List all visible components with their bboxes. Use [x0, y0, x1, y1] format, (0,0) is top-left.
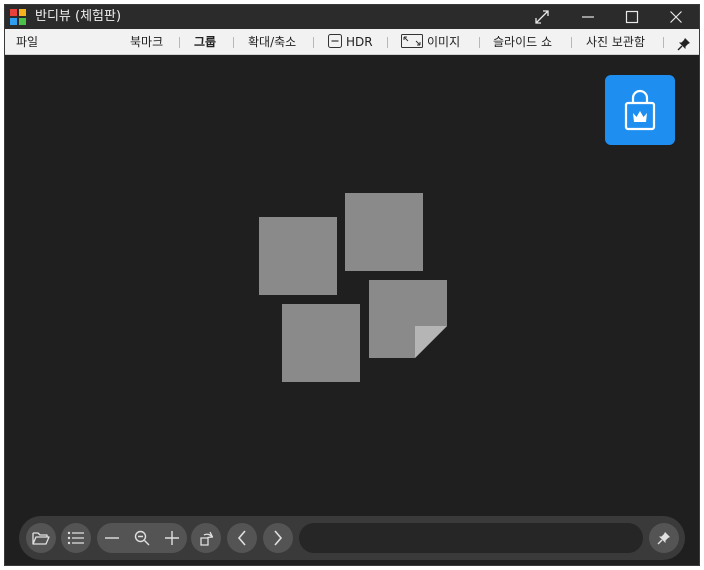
expand-icon	[535, 10, 549, 24]
menu-pin-button[interactable]	[677, 34, 691, 51]
menu-separator	[179, 37, 180, 48]
menu-file[interactable]: 파일	[16, 29, 38, 55]
pin-icon	[657, 532, 670, 545]
minimize-icon	[582, 16, 594, 18]
menu-slideshow[interactable]: 슬라이드 쇼	[493, 29, 552, 55]
menu-group[interactable]: 그룹	[194, 29, 216, 55]
close-button[interactable]	[653, 5, 699, 29]
app-window: 반디뷰 (체험판) 파일 북마크 그룹 확대/축소 HDR 이미지 슬라이드 쇼…	[4, 4, 700, 566]
image-resize-icon	[401, 34, 423, 48]
pin-button[interactable]	[649, 523, 679, 553]
menu-bookmark[interactable]: 북마크	[130, 29, 163, 55]
menu-bar: 파일 북마크 그룹 확대/축소 HDR 이미지 슬라이드 쇼 사진 보관함	[5, 29, 699, 55]
previous-icon	[237, 530, 246, 546]
menu-separator	[233, 37, 234, 48]
menu-photo-storage[interactable]: 사진 보관함	[586, 29, 645, 55]
previous-button[interactable]	[227, 523, 257, 553]
menu-separator	[479, 37, 480, 48]
window-title: 반디뷰 (체험판)	[35, 9, 122, 24]
path-input[interactable]	[299, 523, 643, 553]
list-button[interactable]	[61, 523, 91, 553]
shopping-bag-crown-icon	[624, 89, 656, 131]
menu-zoom[interactable]: 확대/축소	[248, 29, 296, 55]
next-icon	[274, 530, 283, 546]
menu-separator	[571, 37, 572, 48]
zoom-fit-icon	[134, 530, 150, 546]
maximize-button[interactable]	[609, 5, 655, 29]
zoom-in-icon	[165, 531, 179, 545]
app-logo-icon	[10, 9, 26, 25]
minimize-button[interactable]	[565, 5, 611, 29]
menu-separator	[387, 37, 388, 48]
zoom-out-button[interactable]	[97, 523, 127, 553]
menu-separator	[663, 37, 664, 48]
stacked-photos-icon	[259, 193, 447, 382]
menu-hdr[interactable]: HDR	[328, 29, 373, 55]
store-button[interactable]	[605, 75, 675, 145]
zoom-in-button[interactable]	[157, 523, 187, 553]
next-button[interactable]	[263, 523, 293, 553]
menu-image-label: 이미지	[427, 35, 461, 49]
list-icon	[67, 531, 84, 545]
menu-separator	[313, 37, 314, 48]
maximize-icon	[625, 10, 639, 24]
open-folder-icon	[32, 532, 50, 545]
menu-hdr-label: HDR	[346, 35, 373, 49]
rotate-button[interactable]	[191, 523, 221, 553]
title-bar[interactable]: 반디뷰 (체험판)	[5, 5, 699, 29]
open-folder-button[interactable]	[26, 523, 56, 553]
menu-image[interactable]: 이미지	[401, 29, 460, 55]
pin-icon	[677, 38, 690, 51]
bottom-toolbar	[19, 516, 685, 560]
zoom-out-icon	[105, 537, 119, 539]
zoom-controls	[97, 523, 187, 553]
zoom-fit-button[interactable]	[127, 523, 157, 553]
rotate-icon	[200, 531, 214, 546]
hdr-minus-icon	[328, 34, 342, 48]
fullscreen-button[interactable]	[519, 5, 565, 29]
close-icon	[670, 11, 682, 23]
